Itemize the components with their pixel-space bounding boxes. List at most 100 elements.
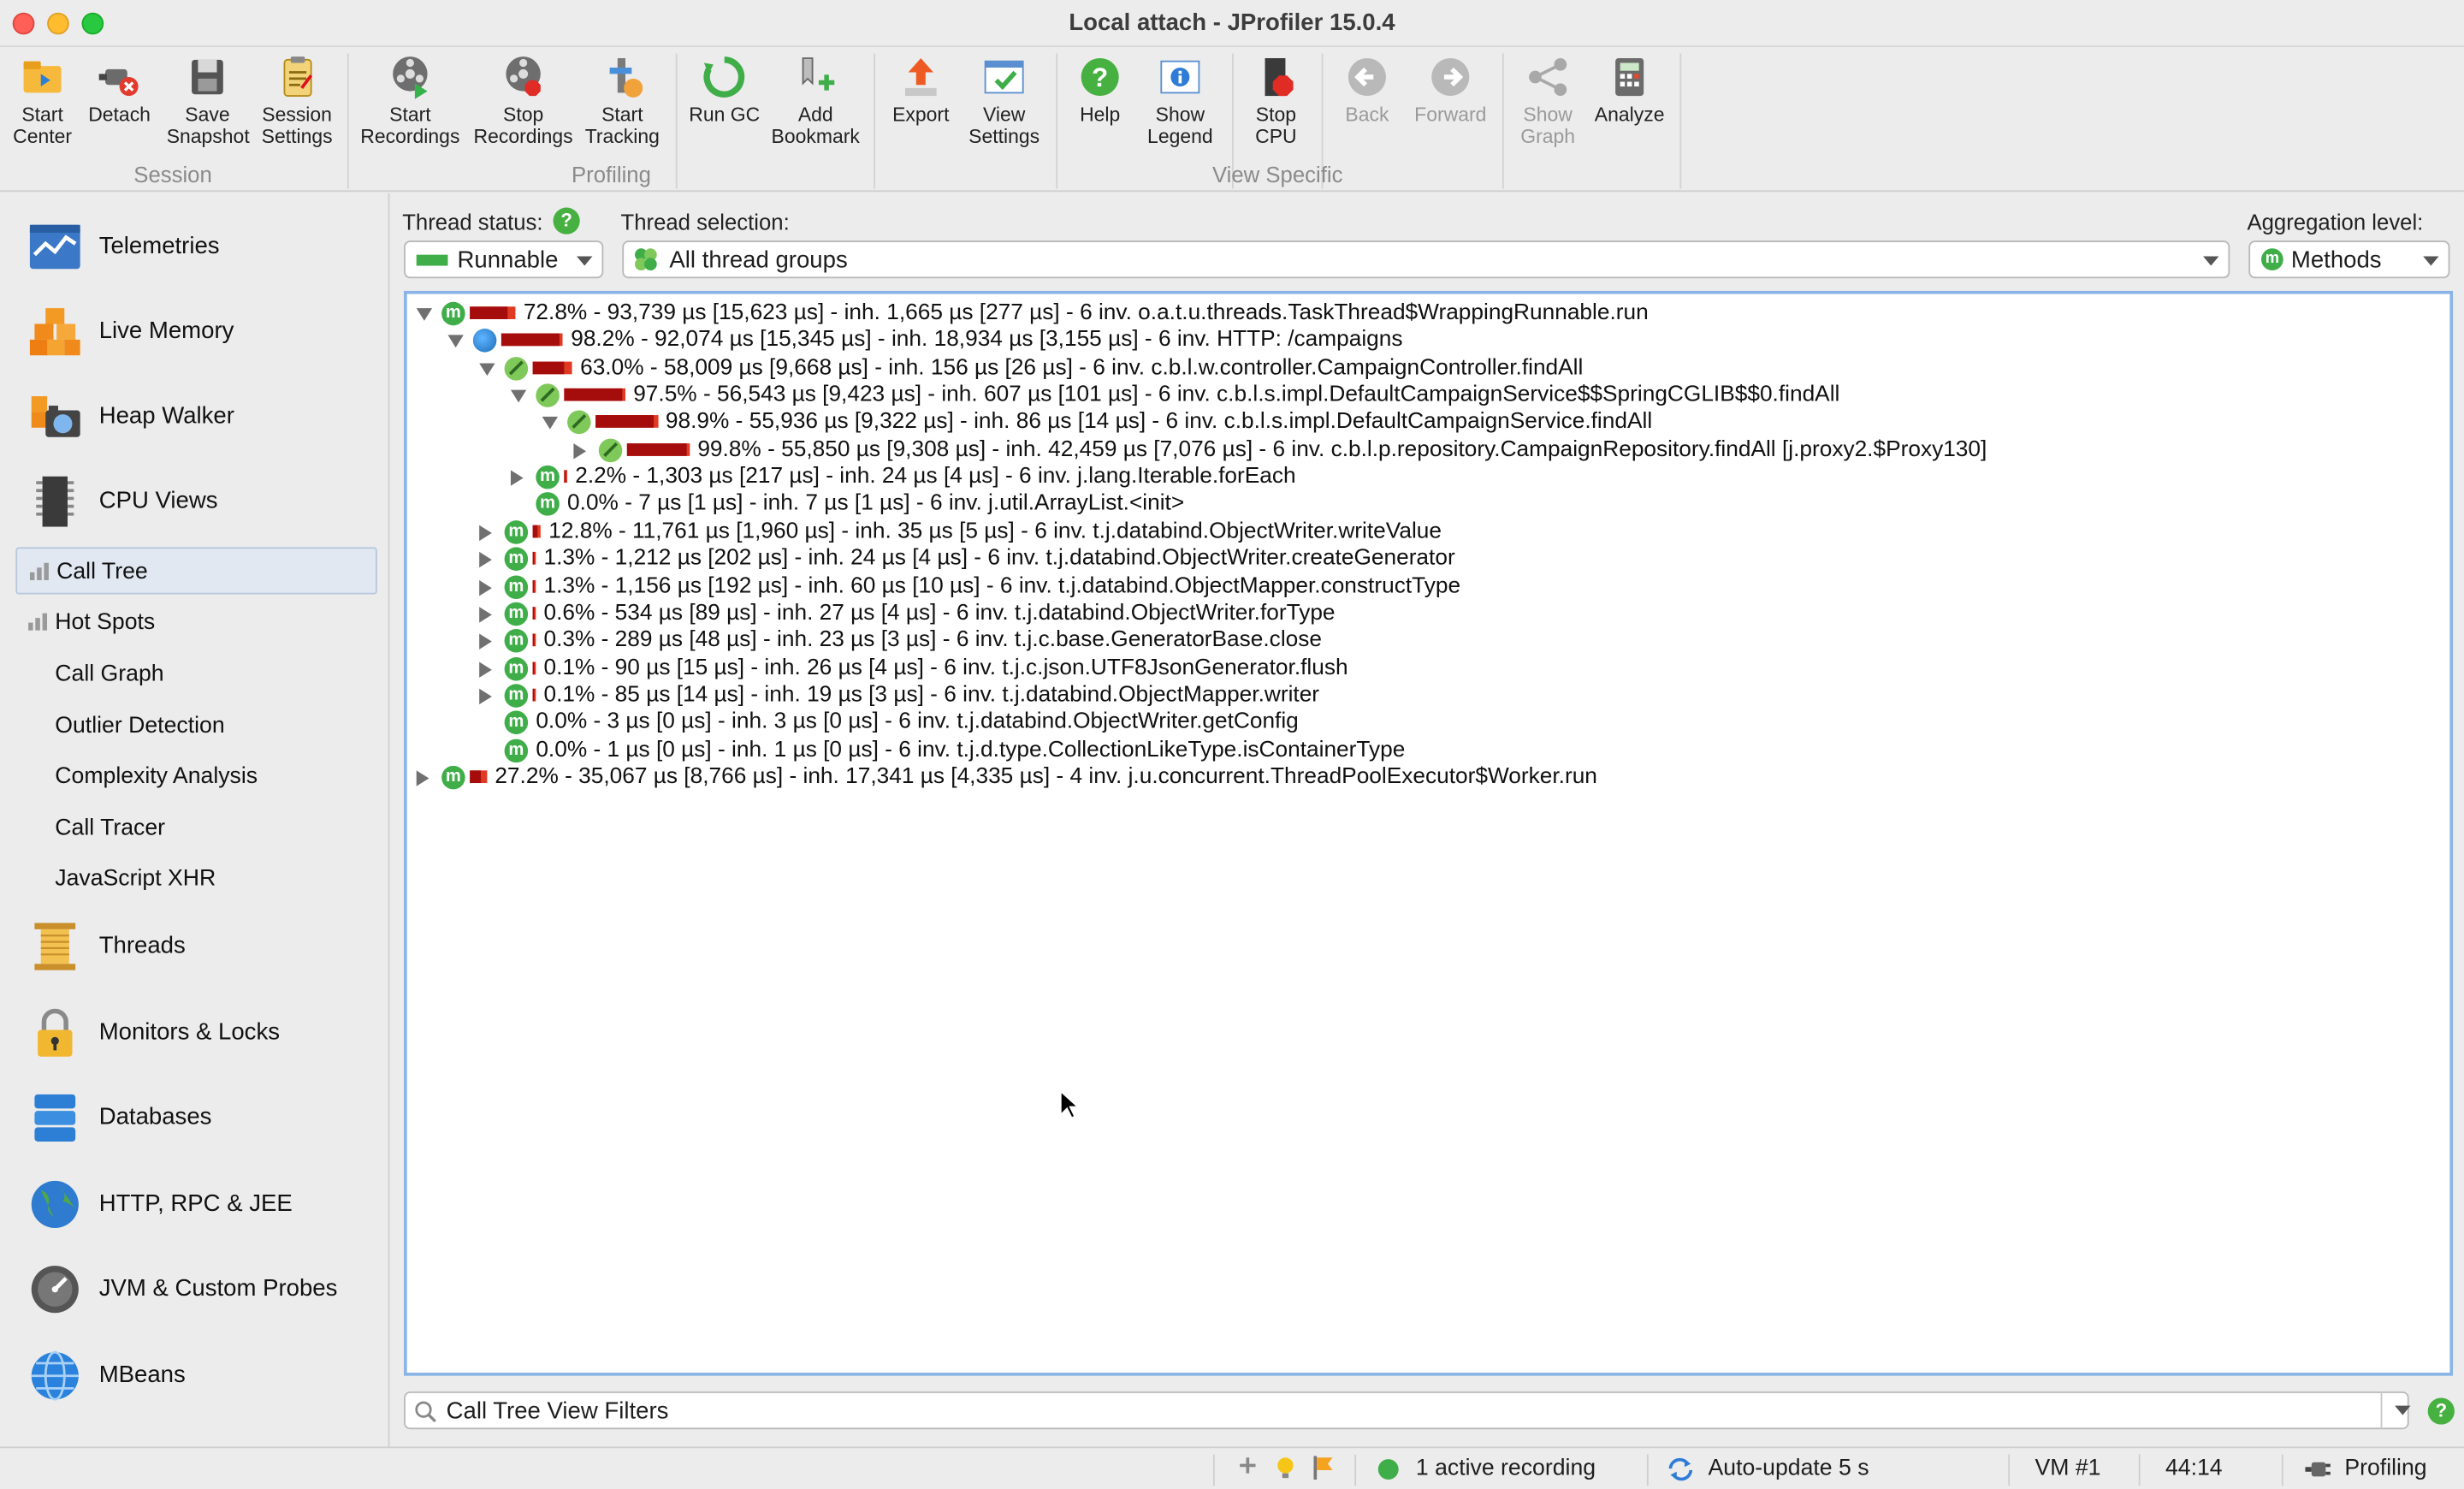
pin-icon[interactable] bbox=[1235, 1456, 1260, 1480]
help-button[interactable]: ? Help bbox=[1065, 53, 1134, 157]
tree-row[interactable]: m 1.3% - 1,212 µs [202 µs] - inh. 24 µs [… bbox=[413, 546, 2440, 572]
detach-button[interactable]: Detach bbox=[85, 53, 154, 157]
sidebar-item-telemetries[interactable]: Telemetries bbox=[15, 211, 376, 280]
expand-triangle-icon[interactable] bbox=[479, 661, 492, 678]
recycle-icon bbox=[703, 56, 745, 98]
thread-status-select[interactable]: Runnable bbox=[404, 240, 604, 279]
tree-row[interactable]: m 0.6% - 534 µs [89 µs] - inh. 27 µs [4 µ… bbox=[413, 601, 2440, 627]
bar-chart-icon bbox=[28, 613, 48, 631]
show-legend-button[interactable]: Show Legend bbox=[1140, 53, 1219, 157]
tree-row[interactable]: m 1.3% - 1,156 µs [192 µs] - inh. 60 µs [… bbox=[413, 573, 2440, 600]
tree-row[interactable]: m 0.0% - 3 µs [0 µs] - inh. 3 µs [0 µs] -… bbox=[413, 709, 2440, 736]
start-tracking-button[interactable]: Start Tracking bbox=[578, 53, 666, 157]
sidebar-item-mbeans[interactable]: MBeans bbox=[15, 1339, 376, 1409]
call-tree-view-filter-input[interactable]: Call Tree View Filters bbox=[404, 1391, 2409, 1430]
forward-button[interactable]: Forward bbox=[1408, 53, 1493, 157]
sidebar-item-outlier-detection[interactable]: Outlier Detection bbox=[15, 703, 376, 750]
sidebar-item-label: Hot Spots bbox=[55, 609, 156, 636]
collapse-triangle-icon[interactable] bbox=[479, 362, 495, 376]
tree-row[interactable]: 99.8% - 55,850 µs [9,308 µs] - inh. 42,4… bbox=[413, 436, 2440, 463]
start-center-button[interactable]: Start Center bbox=[6, 53, 78, 157]
percentage-bar bbox=[532, 633, 536, 647]
expand-triangle-icon[interactable] bbox=[479, 688, 492, 704]
expand-triangle-icon[interactable] bbox=[573, 442, 587, 460]
tree-row[interactable]: m 2.2% - 1,303 µs [217 µs] - inh. 24 µs [… bbox=[413, 464, 2440, 490]
collapse-triangle-icon[interactable] bbox=[416, 308, 433, 321]
sidebar-item-call-tree[interactable]: Call Tree bbox=[15, 547, 377, 595]
analyze-button[interactable]: Analyze bbox=[1590, 53, 1669, 157]
recording-status-text[interactable]: 1 active recording bbox=[1416, 1456, 1596, 1480]
view-settings-button[interactable]: View Settings bbox=[962, 53, 1046, 157]
self-time-bar bbox=[532, 525, 538, 538]
expand-triangle-icon[interactable] bbox=[416, 770, 429, 786]
expand-triangle-icon[interactable] bbox=[479, 606, 492, 623]
expand-triangle-icon[interactable] bbox=[479, 552, 492, 568]
aggregation-level-select[interactable]: m Methods bbox=[2248, 240, 2450, 279]
filter-help-icon[interactable]: ? bbox=[2427, 1397, 2455, 1425]
tree-row[interactable]: m 27.2% - 35,067 µs [8,766 µs] - inh. 17,… bbox=[413, 764, 2440, 791]
database-icon bbox=[34, 1094, 76, 1142]
tree-row[interactable]: m 0.0% - 7 µs [1 µs] - inh. 7 µs [1 µs] -… bbox=[413, 491, 2440, 518]
show-graph-label: Show Graph bbox=[1520, 104, 1576, 148]
self-time-bar bbox=[532, 606, 535, 620]
sidebar-item-databases[interactable]: Databases bbox=[15, 1082, 376, 1151]
show-graph-button[interactable]: Show Graph bbox=[1512, 53, 1584, 157]
tree-row[interactable]: 98.9% - 55,936 µs [9,322 µs] - inh. 86 µ… bbox=[413, 409, 2440, 436]
flag-icon[interactable] bbox=[1311, 1455, 1336, 1481]
sidebar-item-complexity-analysis[interactable]: Complexity Analysis bbox=[15, 753, 376, 800]
thread-status-value: Runnable bbox=[457, 246, 559, 274]
tree-row[interactable]: m 0.3% - 289 µs [48 µs] - inh. 23 µs [3 µ… bbox=[413, 627, 2440, 654]
sidebar-item-call-graph[interactable]: Call Graph bbox=[15, 651, 376, 698]
sidebar-item-heap-walker[interactable]: Heap Walker bbox=[15, 381, 376, 450]
tree-row[interactable]: m 0.1% - 85 µs [14 µs] - inh. 19 µs [3 µs… bbox=[413, 682, 2440, 709]
sidebar-item-jvm-custom-probes[interactable]: JVM & Custom Probes bbox=[15, 1253, 376, 1322]
sidebar-item-label: Telemetries bbox=[98, 232, 220, 260]
filter-dropdown-button[interactable] bbox=[2380, 1391, 2422, 1430]
tree-row-text: 0.0% - 7 µs [1 µs] - inh. 7 µs [1 µs] - … bbox=[567, 491, 1185, 517]
tree-row-text: 1.3% - 1,156 µs [192 µs] - inh. 60 µs [1… bbox=[543, 572, 1461, 599]
chevron-down-icon bbox=[577, 256, 593, 266]
tree-row[interactable]: 97.5% - 56,543 µs [9,423 µs] - inh. 607 … bbox=[413, 383, 2440, 409]
spring-icon bbox=[598, 438, 623, 462]
lightbulb-icon[interactable] bbox=[1273, 1456, 1298, 1480]
toolbar-separator bbox=[1679, 53, 1682, 189]
save-snapshot-button[interactable]: Save Snapshot bbox=[167, 53, 250, 157]
call-tree[interactable]: m 72.8% - 93,739 µs [15,623 µs] - inh. 1,… bbox=[404, 290, 2454, 1376]
stop-cpu-button[interactable]: Stop CPU bbox=[1241, 53, 1311, 157]
sidebar-item-javascript-xhr[interactable]: JavaScript XHR bbox=[15, 856, 376, 903]
sidebar-item-monitors-locks[interactable]: Monitors & Locks bbox=[15, 997, 376, 1066]
collapse-triangle-icon[interactable] bbox=[510, 389, 527, 403]
collapse-triangle-icon[interactable] bbox=[447, 335, 464, 348]
sidebar-item-call-tracer[interactable]: Call Tracer bbox=[15, 805, 376, 852]
tree-row[interactable]: m 0.0% - 1 µs [0 µs] - inh. 1 µs [0 µs] -… bbox=[413, 737, 2440, 763]
sidebar-item-http-rpc-jee[interactable]: HTTP, RPC & JEE bbox=[15, 1168, 376, 1237]
start-recordings-button[interactable]: Start Recordings bbox=[358, 53, 462, 157]
export-button[interactable]: Export bbox=[883, 53, 958, 157]
cpu-icon bbox=[36, 476, 74, 527]
expand-triangle-icon[interactable] bbox=[479, 633, 492, 650]
tree-row[interactable]: m 0.1% - 90 µs [15 µs] - inh. 26 µs [4 µs… bbox=[413, 655, 2440, 681]
thread-status-help-icon[interactable]: ? bbox=[553, 207, 580, 234]
back-button[interactable]: Back bbox=[1333, 53, 1402, 157]
sidebar-item-threads[interactable]: Threads bbox=[15, 911, 376, 980]
tree-row[interactable]: m 12.8% - 11,761 µs [1,960 µs] - inh. 35 … bbox=[413, 519, 2440, 545]
tree-row[interactable]: 63.0% - 58,009 µs [9,668 µs] - inh. 156 … bbox=[413, 355, 2440, 382]
tree-row[interactable]: m 72.8% - 93,739 µs [15,623 µs] - inh. 1,… bbox=[413, 300, 2440, 327]
session-settings-button[interactable]: Session Settings bbox=[258, 53, 336, 157]
thread-selection-select[interactable]: All thread groups bbox=[622, 240, 2230, 279]
sidebar-item-cpu-views[interactable]: CPU Views bbox=[15, 466, 376, 535]
toolbar-separator bbox=[874, 53, 876, 189]
expand-triangle-icon[interactable] bbox=[479, 525, 492, 541]
stop-recordings-button[interactable]: Stop Recordings bbox=[471, 53, 575, 157]
run-gc-button[interactable]: Run GC bbox=[685, 53, 764, 157]
tree-row[interactable]: 98.2% - 92,074 µs [15,345 µs] - inh. 18,… bbox=[413, 328, 2440, 354]
sidebar-item-live-memory[interactable]: Live Memory bbox=[15, 295, 376, 365]
back-label: Back bbox=[1345, 104, 1389, 126]
sidebar-item-hot-spots[interactable]: Hot Spots bbox=[15, 599, 376, 646]
expand-triangle-icon[interactable] bbox=[510, 470, 524, 486]
collapse-triangle-icon[interactable] bbox=[542, 417, 559, 430]
expand-triangle-icon[interactable] bbox=[479, 579, 492, 596]
add-bookmark-button[interactable]: Add Bookmark bbox=[770, 53, 862, 157]
auto-update-text[interactable]: Auto-update 5 s bbox=[1708, 1456, 1869, 1480]
tree-row-text: 12.8% - 11,761 µs [1,960 µs] - inh. 35 µ… bbox=[548, 518, 1442, 544]
